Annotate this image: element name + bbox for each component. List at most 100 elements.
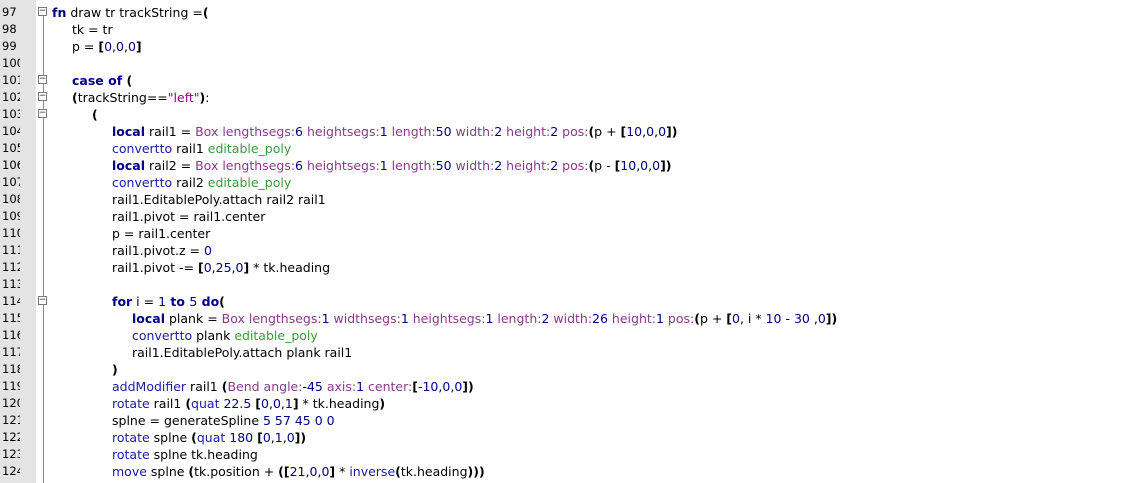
code-line[interactable]: 98 tk = tr (0, 21, 1134, 38)
code-text: addModifier rail1 (Bend angle:-45 axis:1… (112, 378, 474, 395)
line-number: 114 (2, 294, 20, 308)
code-token: pos: (663, 311, 695, 326)
code-token: 26 (592, 311, 608, 326)
code-token: rail1.pivot -= (112, 260, 198, 275)
code-token: 0 (104, 39, 113, 54)
code-line[interactable]: 124 move splne (tk.position + ([21,0,0] *… (0, 463, 1134, 480)
code-line[interactable]: 121 splne = generateSpline 5 57 45 0 0 (0, 412, 1134, 429)
code-line[interactable]: 104 local rail1 = Box lengthsegs:6 height… (0, 123, 1134, 140)
code-token: lengthsegs: (218, 158, 296, 173)
code-token: 1 (379, 124, 388, 139)
fold-toggle-icon[interactable]: − (38, 75, 47, 84)
code-token: width: (549, 311, 593, 326)
code-token: width: (451, 124, 495, 139)
code-token: do (197, 294, 220, 309)
code-token: 2 (494, 158, 503, 173)
code-token: width: (451, 158, 495, 173)
code-editor[interactable]: 97− fn draw tr trackString =(98 tk = tr 99 p… (0, 0, 1134, 483)
code-line[interactable]: 101 − case of ( (0, 72, 1134, 89)
code-token: rail1.pivot = rail1.center (112, 209, 266, 224)
code-line[interactable]: 122 rotate splne (quat 180 [0,1,0]) (0, 429, 1134, 446)
code-line[interactable]: 103 − ( (0, 106, 1134, 123)
code-line[interactable]: 117 rail1.EditablePoly.attach plank rail1 (0, 344, 1134, 361)
code-token: rotate (112, 447, 150, 462)
code-line[interactable]: 97 − fn draw tr trackString =( (0, 4, 1134, 21)
code-text: fn draw tr trackString =( (52, 4, 209, 21)
line-number: 104 (2, 124, 20, 138)
code-token: lengthsegs: (218, 124, 296, 139)
code-token: ]) (825, 311, 838, 326)
code-token: rail1 (186, 379, 222, 394)
code-token: local (132, 311, 166, 326)
code-token: Box (195, 158, 219, 173)
code-line[interactable]: 118) (0, 361, 1134, 378)
fold-toggle-icon[interactable]: − (38, 296, 47, 305)
code-line[interactable]: 109 rail1.pivot = rail1.center (0, 208, 1134, 225)
code-token: length: (387, 158, 436, 173)
line-number: 123 (2, 447, 20, 461)
code-line[interactable]: 99 p = [0,0,0] (0, 38, 1134, 55)
code-token: 2 (550, 158, 559, 173)
code-text: case of ( (72, 72, 132, 89)
code-line[interactable]: 115local plank = Box lengthsegs:1 widths… (0, 310, 1134, 327)
code-text: (trackString=="left"): (72, 89, 209, 106)
code-token: editable_poly (207, 175, 292, 190)
line-number: 103 (2, 107, 20, 121)
code-line[interactable]: 111 rail1.pivot.z = 0 (0, 242, 1134, 259)
code-lines[interactable]: 97− fn draw tr trackString =(98 tk = tr 99 p… (0, 4, 1134, 480)
line-number: 120 (2, 396, 20, 410)
code-token: rail2 (172, 175, 208, 190)
code-token: splne tk.heading (149, 447, 258, 462)
code-text: p = rail1.center (112, 225, 210, 242)
code-text: rail1.EditablePoly.attach rail2 rail1 (112, 191, 326, 208)
code-line[interactable]: 119 addModifier rail1 (Bend angle:-45 axi… (0, 378, 1134, 395)
code-token: * tk.heading (298, 396, 380, 411)
code-token: local (112, 124, 146, 139)
code-line[interactable]: 106local rail2 = Box lengthsegs:6 height… (0, 157, 1134, 174)
code-token: heightsegs: (303, 124, 380, 139)
code-line[interactable]: 120 rotate rail1 (quat 22.5 [0,0,1] * tk.… (0, 395, 1134, 412)
code-line[interactable]: 100 (0, 55, 1134, 72)
code-line[interactable]: 112 rail1.pivot -= [0,25,0] * tk.heading (0, 259, 1134, 276)
code-line[interactable]: 113 (0, 276, 1134, 293)
code-token: ]) (666, 124, 678, 139)
code-token: 45 (306, 379, 323, 394)
code-token: p - (594, 158, 615, 173)
code-token: 10 (620, 158, 637, 173)
code-token: 0 (817, 311, 826, 326)
code-text: tk = tr (72, 21, 113, 38)
code-token: rail1.pivot.z = (112, 243, 204, 258)
code-token: center: (364, 379, 413, 394)
code-line[interactable]: 107 convertto rail2 editable_poly (0, 174, 1134, 191)
code-token: quat (196, 430, 226, 445)
code-token: p + (594, 124, 621, 139)
code-text: rail1.EditablePoly.attach plank rail1 (132, 344, 352, 361)
fold-toggle-icon[interactable]: − (38, 7, 47, 16)
code-token: rail1 (172, 141, 208, 156)
code-token: "left" (167, 90, 200, 105)
code-line[interactable]: 105 convertto rail1 editable_poly (0, 140, 1134, 157)
code-line[interactable]: 108 rail1.EditablePoly.attach rail2 rail1 (0, 191, 1134, 208)
code-token: Box (221, 311, 245, 326)
code-token: convertto (112, 175, 173, 190)
fold-toggle-icon[interactable]: − (38, 109, 47, 118)
code-line[interactable]: 110 p = rail1.center (0, 225, 1134, 242)
code-token: 22.5 (223, 396, 252, 411)
code-text: move splne (tk.position + ([21,0,0] * in… (112, 463, 485, 480)
code-token: heightsegs: (303, 158, 380, 173)
code-token: p = (72, 39, 99, 54)
code-line[interactable]: 102 − (trackString=="left"): (0, 89, 1134, 106)
code-token: 0 (646, 124, 655, 139)
code-token: plank (192, 328, 235, 343)
code-token: height: (502, 124, 551, 139)
code-line[interactable]: 123 rotate splne tk.heading (0, 446, 1134, 463)
code-token: 2 (550, 124, 559, 139)
code-token: 0 (658, 124, 667, 139)
code-line[interactable]: 116 convertto plank editable_poly (0, 327, 1134, 344)
code-token: 0 (116, 39, 124, 54)
code-token: 0 (326, 413, 335, 428)
code-token: , (809, 311, 818, 326)
fold-toggle-icon[interactable]: − (38, 92, 47, 101)
code-line[interactable]: 114 − for i = 1 to 5 do( (0, 293, 1134, 310)
code-token: to (166, 294, 190, 309)
